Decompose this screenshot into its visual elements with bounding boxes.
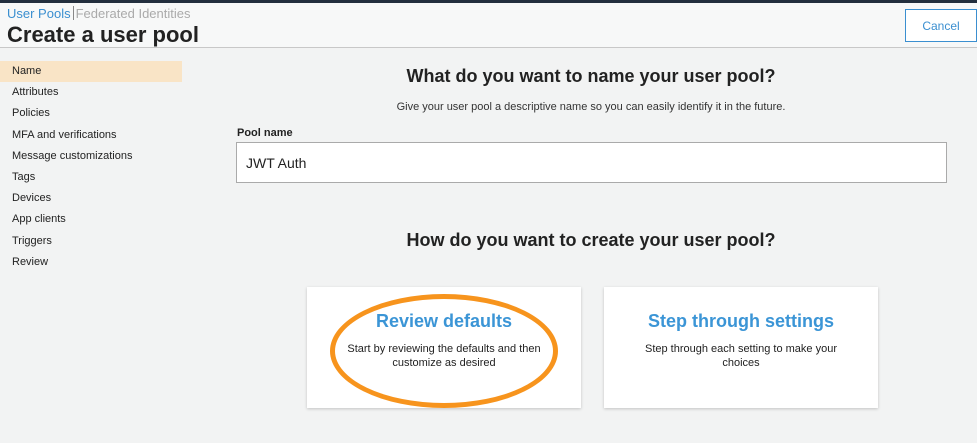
sidebar-item-attributes[interactable]: Attributes [0,82,182,103]
sidebar-item-mfa[interactable]: MFA and verifications [0,125,182,146]
sidebar-item-tags[interactable]: Tags [0,167,182,188]
tab-federated-identities[interactable]: Federated Identities [76,6,191,21]
pool-name-input[interactable]: JWT Auth [236,142,947,183]
card-description: Start by reviewing the defaults and then… [347,343,541,369]
tab-user-pools[interactable]: User Pools [7,6,71,21]
page-title: Create a user pool [7,22,199,47]
name-heading: What do you want to name your user pool? [406,66,776,86]
sidebar-item-devices[interactable]: Devices [0,188,182,209]
divider [72,6,74,20]
card-title: Step through settings [648,311,834,331]
sidebar-item-name[interactable]: Name [0,61,182,83]
sidebar-item-review[interactable]: Review [0,252,182,273]
review-defaults-card[interactable]: Review defaults Start by reviewing the d… [307,287,581,408]
name-description: Give your user pool a descriptive name s… [396,101,786,113]
page-header: User Pools Federated Identities Create a … [0,3,977,48]
sidebar-item-messages[interactable]: Message customizations [0,146,182,167]
sidebar-item-policies[interactable]: Policies [0,103,182,124]
sidebar-nav: Name Attributes Policies MFA and verific… [0,61,182,273]
sidebar-item-triggers[interactable]: Triggers [0,231,182,252]
card-description: Step through each setting to make your c… [644,343,837,369]
cancel-button[interactable]: Cancel [905,9,977,42]
step-through-settings-card[interactable]: Step through settings Step through each … [604,287,878,408]
sidebar-item-app-clients[interactable]: App clients [0,209,182,230]
pool-name-label: Pool name [237,127,293,139]
create-heading: How do you want to create your user pool… [406,230,776,250]
breadcrumb: User Pools Federated Identities [7,6,190,21]
card-title: Review defaults [375,311,513,331]
